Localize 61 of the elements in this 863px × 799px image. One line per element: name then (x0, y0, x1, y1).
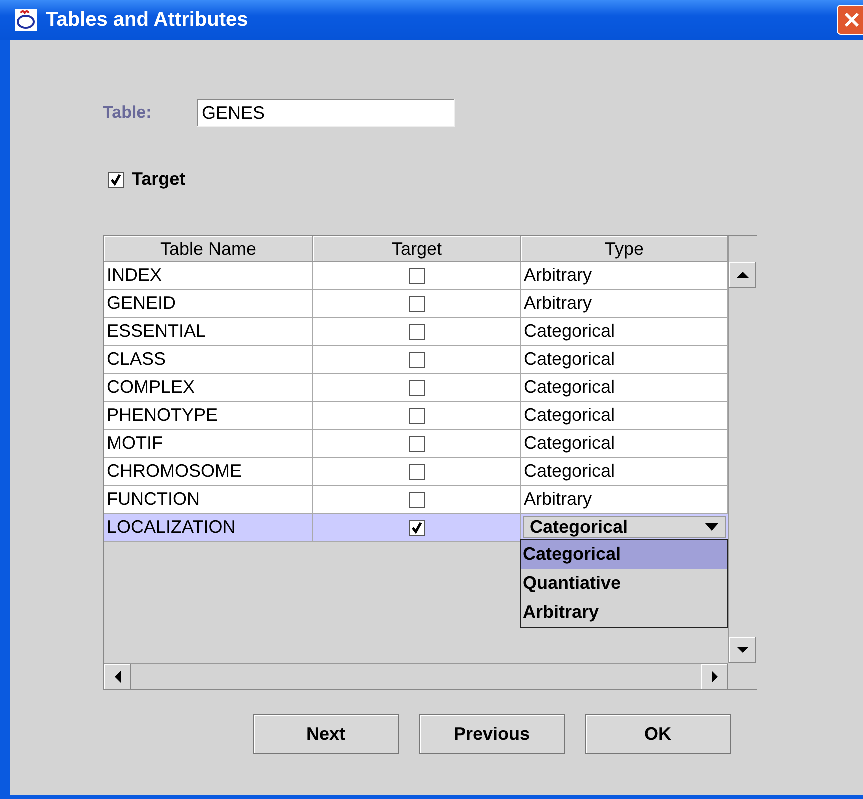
column-header[interactable]: Type (521, 236, 728, 262)
row-checkbox[interactable] (408, 296, 424, 312)
header-corner (728, 236, 757, 262)
right-arrow-icon (710, 671, 718, 683)
row-checkbox[interactable] (408, 352, 424, 368)
table-cell: INDEX (104, 262, 313, 290)
table-cell: MOTIF (104, 430, 313, 458)
table-cell: Categorical (521, 402, 728, 430)
dropdown-option[interactable]: Categorical (521, 540, 727, 569)
scroll-right-button[interactable] (701, 664, 728, 690)
target-checkbox[interactable] (108, 172, 124, 188)
table-cell: Categorical (521, 430, 728, 458)
table-cell: Arbitrary (521, 262, 728, 290)
left-arrow-icon (114, 671, 122, 683)
caret-icon (705, 523, 719, 531)
down-arrow-icon (736, 646, 748, 654)
table-label: Table: (103, 103, 153, 123)
check-icon (410, 522, 422, 534)
dialog-button[interactable]: Next (253, 714, 399, 754)
table-cell: Categorical (521, 346, 728, 374)
table-cell: ESSENTIAL (104, 318, 313, 346)
dropdown-option[interactable]: Arbitrary (521, 598, 727, 627)
horizontal-scrollbar[interactable] (104, 663, 728, 689)
column-header[interactable]: Target (313, 236, 521, 262)
checkbox-label: Target (132, 169, 186, 190)
table-cell: CHROMOSOME (104, 458, 313, 486)
dialog-button[interactable]: Previous (419, 714, 565, 754)
app-icon (14, 8, 38, 32)
close-icon (843, 11, 861, 29)
row-checkbox[interactable] (408, 380, 424, 396)
column-header[interactable]: Table Name (104, 236, 313, 262)
table-cell: LOCALIZATION (104, 514, 313, 542)
table-cell: PHENOTYPE (104, 402, 313, 430)
scroll-left-button[interactable] (104, 664, 131, 690)
table-cell: Categorical (521, 374, 728, 402)
check-icon (110, 174, 122, 186)
close-button[interactable] (837, 5, 863, 35)
dropdown-option[interactable]: Quantiative (521, 569, 727, 598)
vertical-scrollbar[interactable] (728, 262, 757, 663)
table-cell: CLASS (104, 346, 313, 374)
type-dropdown[interactable]: Categorical (523, 516, 726, 538)
dialog-button[interactable]: OK (585, 714, 731, 754)
table-cell: GENEID (104, 290, 313, 318)
row-checkbox[interactable] (408, 436, 424, 452)
table-cell: Arbitrary (521, 486, 728, 514)
table-cell: COMPLEX (104, 374, 313, 402)
table-cell: Categorical (521, 318, 728, 346)
table-cell: Categorical (521, 458, 728, 486)
row-checkbox[interactable] (408, 324, 424, 340)
row-checkbox[interactable] (408, 268, 424, 284)
table-cell: FUNCTION (104, 486, 313, 514)
table-cell: Arbitrary (521, 290, 728, 318)
row-checkbox[interactable] (408, 492, 424, 508)
scroll-up-button[interactable] (729, 262, 756, 288)
row-checkbox[interactable] (408, 464, 424, 480)
scroll-down-button[interactable] (729, 637, 756, 663)
table-field[interactable]: GENES (197, 99, 455, 127)
row-checkbox[interactable] (408, 520, 424, 536)
window-title: Tables and Attributes (46, 8, 248, 32)
up-arrow-icon (736, 271, 748, 279)
row-checkbox[interactable] (408, 408, 424, 424)
